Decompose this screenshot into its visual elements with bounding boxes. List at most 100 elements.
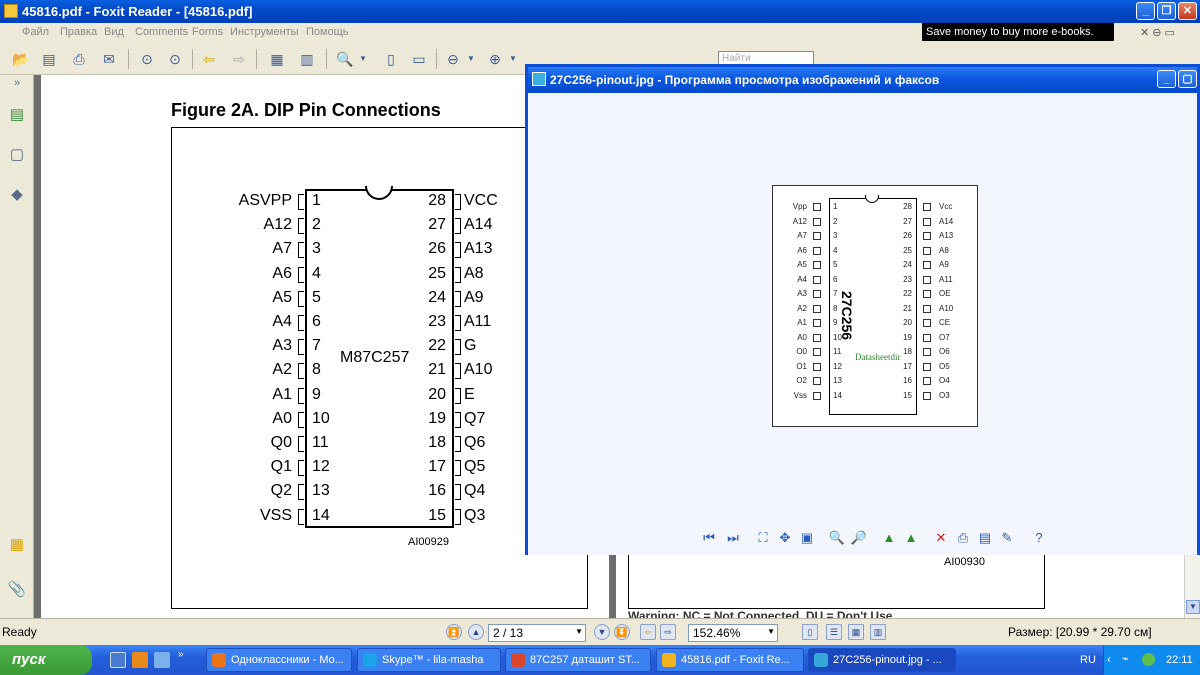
print-icon[interactable]: ⎙	[68, 48, 90, 70]
back-icon[interactable]: ⇦	[198, 48, 220, 70]
page-layout-icon[interactable]: ▦	[266, 48, 288, 70]
viewer-body: 27C256 Datasheetdir Vpp 1 A12 2 A7 3 A6 4 A5 5 A4 6…	[528, 93, 1197, 555]
forward-icon[interactable]: ⇨	[228, 48, 250, 70]
zoom-in-icon[interactable]: ⊕	[484, 48, 506, 70]
taskbar-item[interactable]: 87C257 даташит ST...	[505, 648, 651, 672]
prev-page-icon[interactable]: ⊙	[136, 48, 158, 70]
pin-stub	[298, 436, 304, 452]
page-dropdown-icon[interactable]: ▼	[575, 627, 583, 636]
prev-page-icon[interactable]: ▲	[468, 624, 484, 640]
minimize-button[interactable]: _	[1136, 2, 1155, 20]
save-icon[interactable]: ▤	[976, 529, 994, 547]
last-page-icon[interactable]: ⏬	[614, 624, 630, 640]
network-icon[interactable]: ⌁	[1122, 652, 1129, 665]
taskbar-item[interactable]: Одноклассники - Мо...	[206, 648, 352, 672]
image-pin-label: A8	[939, 245, 949, 255]
image-pin-label: OE	[939, 289, 951, 298]
menu-forms[interactable]: Forms	[192, 26, 223, 38]
prev-image-icon[interactable]: ⏮	[700, 529, 718, 547]
continuous-icon[interactable]: ☰	[826, 624, 842, 640]
show-desktop-icon[interactable]	[110, 652, 126, 668]
zoom-dropdown-icon[interactable]: ▼	[767, 627, 775, 636]
menu-tools[interactable]: Инструменты	[230, 26, 299, 38]
pages-icon[interactable]: ▢	[7, 145, 27, 167]
bookmarks-icon[interactable]: ▤	[7, 105, 27, 127]
menu-edit[interactable]: Правка	[60, 26, 97, 38]
layers-icon[interactable]: ◆	[7, 185, 27, 207]
next-page-icon[interactable]: ▼	[594, 624, 610, 640]
first-page-icon[interactable]: ⏫	[446, 624, 462, 640]
open-icon[interactable]: 📂	[10, 48, 32, 70]
zoom-dropdown-icon[interactable]: ▼	[358, 48, 368, 70]
fit-page-icon[interactable]: ▯	[380, 48, 402, 70]
forward-icon[interactable]: ⇨	[660, 624, 676, 640]
zoom-out-icon[interactable]: 🔎	[850, 529, 868, 547]
toolbar-divider	[436, 49, 437, 69]
ad-banner[interactable]: Save money to buy more e-books.	[922, 23, 1114, 41]
zoom-in-icon[interactable]: 🔍	[828, 529, 846, 547]
single-page-icon[interactable]: ▯	[802, 624, 818, 640]
comments-panel-icon[interactable]: ▦	[7, 535, 27, 557]
rotate-ccw-icon[interactable]: ▲	[902, 529, 920, 547]
edit-icon[interactable]: ✎	[998, 529, 1016, 547]
fit-width-icon[interactable]: ▭	[408, 48, 430, 70]
actual-size-icon[interactable]: ✥	[776, 529, 794, 547]
skype-tray-icon[interactable]	[1142, 653, 1155, 666]
zoom-out-dropdown-icon[interactable]: ▼	[466, 48, 476, 70]
image-pin-number: 23	[903, 274, 912, 284]
close-button[interactable]: ✕	[1178, 2, 1197, 20]
zoom-out-icon[interactable]: ⊖	[442, 48, 464, 70]
ad-close-icon[interactable]: ✕ ⊖ ▭	[1140, 26, 1175, 39]
image-pin-number: 2	[833, 216, 838, 226]
rotate-icon[interactable]: ▥	[296, 48, 318, 70]
restore-button[interactable]: ❐	[1157, 2, 1176, 20]
zoom-in-dropdown-icon[interactable]: ▼	[508, 48, 518, 70]
image-pin-number: 20	[903, 318, 912, 327]
slideshow-icon[interactable]: ▣	[798, 529, 816, 547]
image-pin-stub	[813, 203, 821, 211]
rotate-cw-icon[interactable]: ▲	[880, 529, 898, 547]
pin-label: ASVPP	[238, 192, 292, 209]
taskbar-item[interactable]: 45816.pdf - Foxit Re...	[656, 648, 804, 672]
pin-number: 21	[428, 361, 446, 379]
taskbar-item-label: 87C257 даташит ST...	[530, 654, 640, 666]
help-icon[interactable]: ?	[1030, 529, 1048, 547]
language-indicator[interactable]: RU	[1080, 654, 1096, 666]
zoom-icon[interactable]: 🔍	[334, 48, 356, 70]
image-viewer-window[interactable]: 27C256-pinout.jpg - Программа просмотра …	[525, 64, 1200, 555]
taskbar-item[interactable]: 27C256-pinout.jpg - ...	[808, 648, 956, 672]
image-watermark: Datasheetdir	[855, 352, 901, 362]
pin-stub	[455, 460, 461, 477]
next-page-icon[interactable]: ⊙	[164, 48, 186, 70]
menu-view[interactable]: Вид	[104, 26, 124, 38]
zoom-input[interactable]: 152.46% ▼	[688, 624, 778, 642]
media-player-icon[interactable]	[132, 652, 148, 668]
quicklaunch-more-icon[interactable]: »	[178, 649, 194, 665]
scroll-down-icon[interactable]: ▼	[1186, 600, 1200, 614]
page-number-input[interactable]: 2 / 13 ▼	[488, 624, 586, 642]
viewer-maximize-button[interactable]: ▢	[1178, 70, 1197, 88]
image-pin-number: 6	[833, 274, 838, 284]
viewer-title-bar[interactable]: 27C256-pinout.jpg - Программа просмотра …	[528, 67, 1197, 93]
next-image-icon[interactable]: ⏭	[724, 529, 742, 547]
email-icon[interactable]: ✉	[98, 48, 120, 70]
print-icon[interactable]: ⎙	[954, 529, 972, 547]
menu-help[interactable]: Помощь	[306, 26, 349, 38]
delete-icon[interactable]: ✕	[932, 529, 950, 547]
save-icon[interactable]: ▤	[38, 48, 60, 70]
menu-file[interactable]: Файл	[22, 26, 49, 38]
taskbar-item[interactable]: Skype™ - lila-masha	[357, 648, 501, 672]
back-icon[interactable]: ⇦	[640, 624, 656, 640]
continuous-facing-icon[interactable]: ▥	[870, 624, 886, 640]
best-fit-icon[interactable]: ⛶	[754, 529, 772, 547]
taskbar-item-icon	[511, 653, 525, 667]
tray-expand-icon[interactable]: ‹	[1107, 652, 1111, 666]
pin-number: 9	[312, 385, 321, 403]
menu-comments[interactable]: Comments	[135, 26, 188, 38]
viewer-minimize-button[interactable]: _	[1157, 70, 1176, 88]
facing-icon[interactable]: ▦	[848, 624, 864, 640]
collapse-panel-icon[interactable]: »	[7, 77, 27, 99]
attachments-icon[interactable]: 📎	[7, 580, 27, 602]
quicklaunch-icon[interactable]	[154, 652, 170, 668]
start-button[interactable]: пуск	[0, 645, 92, 675]
